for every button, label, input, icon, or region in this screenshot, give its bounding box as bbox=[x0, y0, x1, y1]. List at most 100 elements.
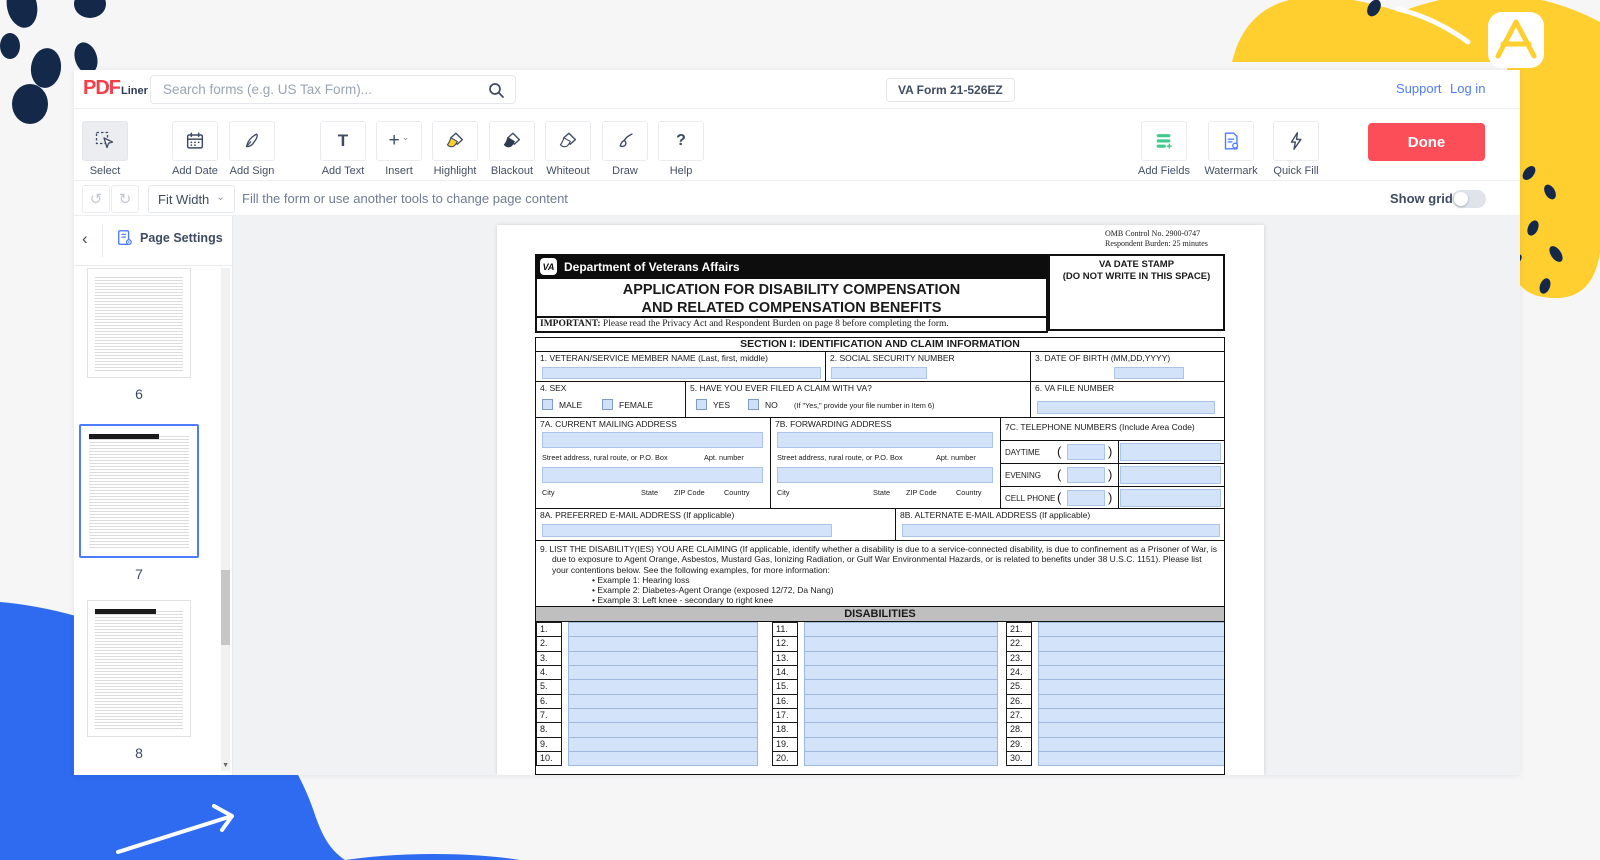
disability-input[interactable] bbox=[804, 651, 998, 666]
disability-input[interactable] bbox=[804, 665, 998, 680]
evening-area-code-input[interactable] bbox=[1067, 467, 1105, 483]
disability-input[interactable] bbox=[1038, 694, 1225, 709]
login-link[interactable]: Log in bbox=[1450, 81, 1485, 96]
forwarding-city-input[interactable] bbox=[777, 467, 993, 483]
insert-button[interactable]: +⌄ Insert bbox=[376, 121, 422, 161]
veteran-name-input[interactable] bbox=[542, 367, 821, 379]
disability-input[interactable] bbox=[1038, 751, 1225, 766]
field-7b-forwarding-address: 7B. FORWARDING ADDRESS Street address, r… bbox=[771, 418, 1001, 509]
add-fields-icon bbox=[1153, 130, 1175, 152]
disability-input[interactable] bbox=[568, 722, 758, 737]
disability-input[interactable] bbox=[804, 708, 998, 723]
help-button[interactable]: ? Help bbox=[658, 121, 704, 161]
page-thumbnail-7-selected[interactable] bbox=[79, 424, 199, 558]
disability-input[interactable] bbox=[804, 737, 998, 752]
disability-row: 23. bbox=[1006, 651, 1225, 666]
disability-row-number: 1. bbox=[536, 622, 562, 637]
disability-input[interactable] bbox=[568, 622, 758, 637]
field-7a-mailing-address: 7A. CURRENT MAILING ADDRESS Street addre… bbox=[536, 418, 771, 509]
disability-input[interactable] bbox=[1038, 665, 1225, 680]
scrollbar-thumb[interactable] bbox=[221, 570, 230, 645]
support-link[interactable]: Support bbox=[1396, 81, 1442, 96]
page-settings-button[interactable]: Page Settings bbox=[116, 229, 223, 247]
draw-button[interactable]: Draw bbox=[602, 121, 648, 161]
disability-row-number: 20. bbox=[772, 751, 798, 766]
disability-row: 1. bbox=[536, 622, 758, 637]
disability-input[interactable] bbox=[804, 722, 998, 737]
cell-area-code-input[interactable] bbox=[1067, 490, 1105, 506]
quick-fill-button[interactable]: Quick Fill bbox=[1273, 121, 1319, 161]
page-settings-bar: ‹ Page Settings bbox=[74, 216, 232, 266]
form-title-badge[interactable]: VA Form 21-526EZ bbox=[886, 78, 1015, 102]
disability-input[interactable] bbox=[804, 694, 998, 709]
search-box bbox=[150, 75, 516, 104]
show-grid-toggle[interactable] bbox=[1452, 190, 1486, 208]
disability-row-number: 17. bbox=[772, 708, 798, 723]
disability-input[interactable] bbox=[1038, 708, 1225, 723]
cell-phone-input[interactable] bbox=[1120, 489, 1221, 507]
disability-input[interactable] bbox=[1038, 622, 1225, 637]
question-mark-icon: ? bbox=[676, 132, 686, 150]
sidebar-scrollbar[interactable] bbox=[221, 268, 230, 771]
va-file-number-input[interactable] bbox=[1037, 401, 1215, 414]
undo-button[interactable]: ↺ bbox=[82, 185, 110, 213]
add-fields-button[interactable]: Add Fields bbox=[1141, 121, 1187, 161]
add-sign-button[interactable]: Add Sign bbox=[229, 121, 275, 161]
disability-input[interactable] bbox=[804, 679, 998, 694]
evening-phone-input[interactable] bbox=[1120, 466, 1221, 484]
dob-input[interactable] bbox=[1114, 367, 1184, 379]
disability-input[interactable] bbox=[568, 651, 758, 666]
zoom-mode-dropdown[interactable]: Fit Width ⌄ bbox=[148, 185, 235, 213]
search-input[interactable] bbox=[151, 76, 515, 103]
highlight-button[interactable]: Highlight bbox=[432, 121, 478, 161]
disability-input[interactable] bbox=[1038, 722, 1225, 737]
done-button[interactable]: Done bbox=[1368, 123, 1485, 161]
undo-icon: ↺ bbox=[90, 190, 103, 208]
disability-input[interactable] bbox=[1038, 737, 1225, 752]
disability-input[interactable] bbox=[804, 636, 998, 651]
preferred-email-input[interactable] bbox=[542, 524, 832, 537]
disability-input[interactable] bbox=[568, 694, 758, 709]
disability-input[interactable] bbox=[568, 636, 758, 651]
no-checkbox[interactable] bbox=[748, 399, 759, 410]
disability-row-number: 14. bbox=[772, 665, 798, 680]
disability-row: 5. bbox=[536, 679, 758, 694]
daytime-area-code-input[interactable] bbox=[1067, 444, 1105, 460]
ssn-input[interactable] bbox=[831, 367, 927, 379]
daytime-phone-input[interactable] bbox=[1120, 443, 1221, 461]
select-tool-button[interactable]: Select bbox=[82, 121, 128, 161]
search-icon[interactable] bbox=[488, 82, 505, 99]
page-thumbnail-8[interactable] bbox=[87, 600, 191, 737]
watermark-button[interactable]: Watermark bbox=[1208, 121, 1254, 161]
collapse-sidebar-icon[interactable]: ‹ bbox=[82, 229, 88, 249]
omb-control-text: OMB Control No. 2900-0747 Respondent Bur… bbox=[1105, 229, 1208, 249]
va-header-bar: VA Department of Veterans Affairs bbox=[535, 254, 1048, 279]
disability-input[interactable] bbox=[568, 679, 758, 694]
mailing-city-input[interactable] bbox=[542, 467, 763, 483]
disability-input[interactable] bbox=[568, 665, 758, 680]
mailing-street-input[interactable] bbox=[542, 432, 763, 448]
alternate-email-input[interactable] bbox=[902, 524, 1220, 537]
disability-input[interactable] bbox=[1038, 651, 1225, 666]
disability-input[interactable] bbox=[804, 622, 998, 637]
divider bbox=[1118, 464, 1119, 486]
disability-input[interactable] bbox=[568, 708, 758, 723]
redo-button[interactable]: ↻ bbox=[111, 185, 139, 213]
page-thumbnail-6[interactable] bbox=[87, 268, 191, 378]
yes-checkbox[interactable] bbox=[696, 399, 707, 410]
add-date-button[interactable]: Add Date bbox=[172, 121, 218, 161]
forwarding-street-input[interactable] bbox=[777, 432, 993, 448]
add-text-button[interactable]: T Add Text bbox=[320, 121, 366, 161]
male-checkbox[interactable] bbox=[542, 399, 553, 410]
disability-input[interactable] bbox=[804, 751, 998, 766]
disability-input[interactable] bbox=[1038, 679, 1225, 694]
blackout-brush-icon bbox=[501, 130, 523, 152]
whiteout-button[interactable]: Whiteout bbox=[545, 121, 591, 161]
disability-input[interactable] bbox=[568, 751, 758, 766]
disability-input[interactable] bbox=[1038, 636, 1225, 651]
disability-input[interactable] bbox=[568, 737, 758, 752]
female-checkbox[interactable] bbox=[602, 399, 613, 410]
pdfliner-logo[interactable]: PDFLiner bbox=[83, 77, 148, 100]
scroll-down-icon[interactable]: ▼ bbox=[222, 762, 229, 769]
blackout-button[interactable]: Blackout bbox=[489, 121, 535, 161]
